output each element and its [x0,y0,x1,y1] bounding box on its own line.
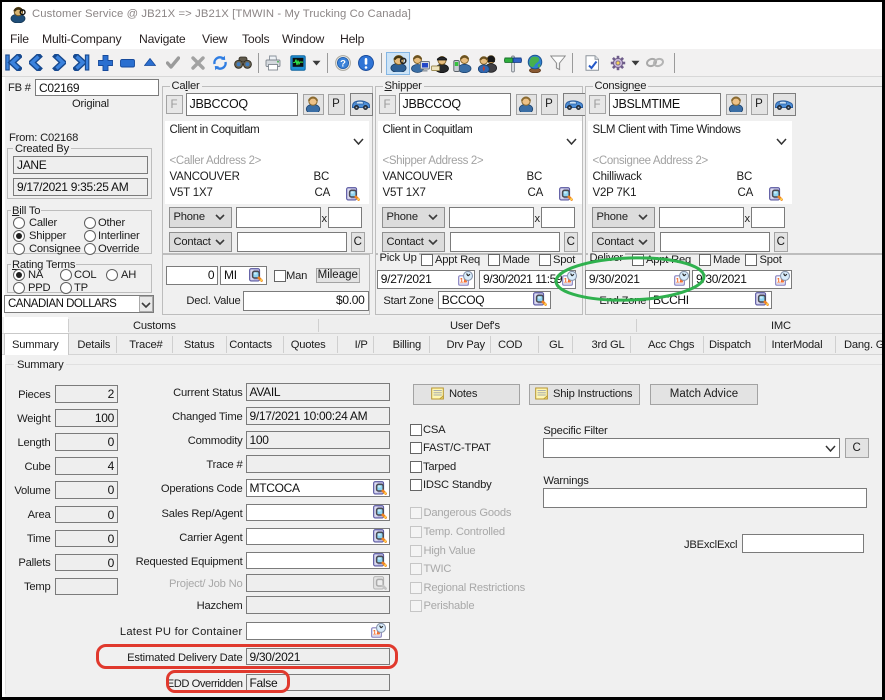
svg-text:?: ? [340,58,346,69]
